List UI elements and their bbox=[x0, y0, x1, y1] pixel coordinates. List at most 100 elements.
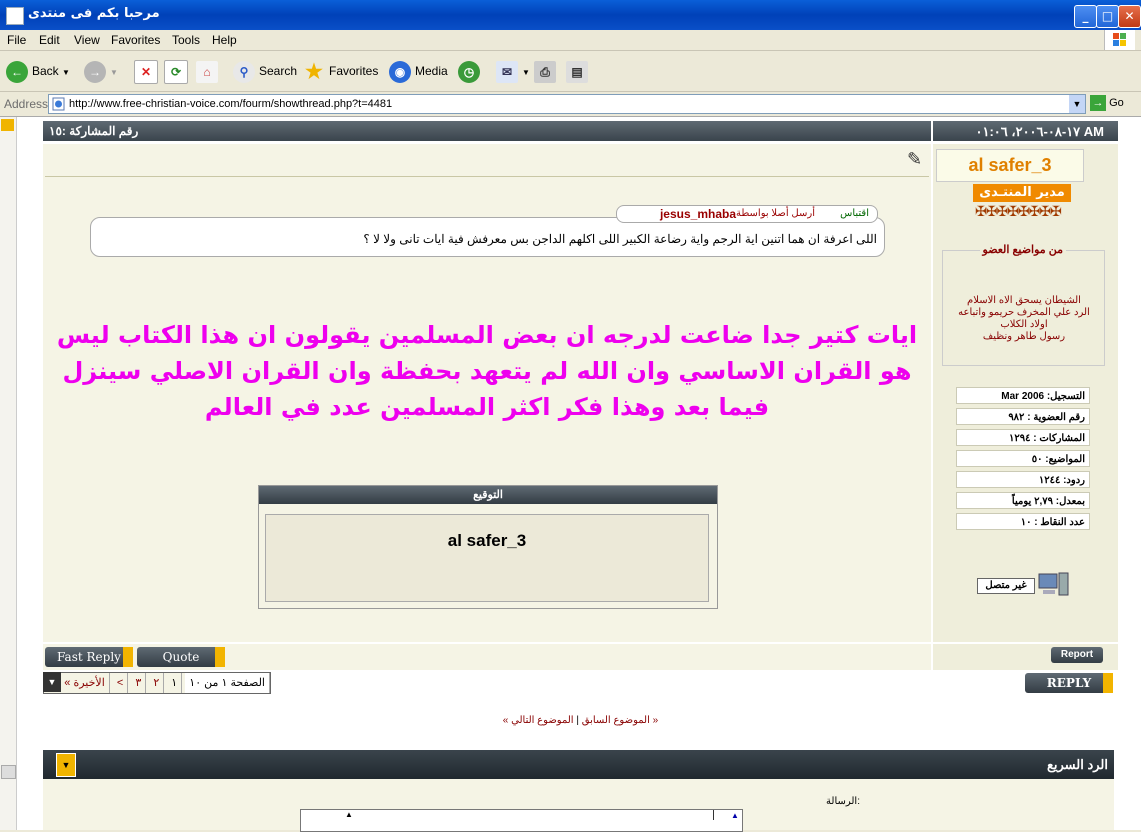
pager-page-2[interactable]: ٢ bbox=[149, 673, 165, 693]
stat-posts: المشاركات : ١٢٩٤ bbox=[956, 429, 1090, 446]
quote-author[interactable]: jesus_mhaba bbox=[660, 206, 736, 222]
address-dropdown-icon[interactable]: ▼ bbox=[1069, 95, 1085, 113]
next-thread-link[interactable]: الموضوع التالي » bbox=[503, 715, 574, 726]
author-role-badge: مدير المنتـدى bbox=[973, 184, 1071, 202]
stat-member-id: رقم العضوية : ٩٨٢ bbox=[956, 408, 1090, 425]
pager-menu-icon[interactable]: ▼ bbox=[43, 672, 61, 692]
favorites-button[interactable]: ★ Favorites bbox=[303, 59, 378, 83]
pager-page-3[interactable]: ٣ bbox=[131, 673, 147, 693]
refresh-button[interactable]: ⟳ bbox=[164, 59, 192, 84]
search-icon: ⚲ bbox=[233, 60, 255, 83]
quote-header: اقتباس أرسل أصلا بواسطة jesus_mhaba bbox=[616, 205, 878, 223]
post-datetime: ١٧-٠٨-٢٠٠٦، ٠١:٠٦ AM bbox=[975, 124, 1104, 139]
menu-file[interactable]: File bbox=[7, 33, 26, 47]
mail-icon: ✉ bbox=[496, 60, 518, 83]
print-icon: ⎙ bbox=[534, 60, 556, 83]
member-topic-link[interactable]: اولاد الكلاب bbox=[954, 319, 1094, 331]
prev-thread-link[interactable]: « الموضوع السابق bbox=[582, 715, 658, 726]
stop-icon: ✕ bbox=[134, 59, 158, 84]
window-title: مرحبا بكم فى منتدى bbox=[28, 6, 160, 21]
report-button[interactable]: Report bbox=[1051, 647, 1103, 663]
menu-view[interactable]: View bbox=[74, 33, 100, 47]
reply-button[interactable]: REPLY bbox=[1025, 673, 1113, 693]
quick-reply-collapse-icon[interactable]: ▼ bbox=[56, 753, 76, 777]
home-button[interactable]: ⌂ bbox=[196, 59, 222, 83]
menu-favorites[interactable]: Favorites bbox=[111, 33, 160, 47]
stat-replies: ردود: ١٢٤٤ bbox=[956, 471, 1090, 488]
back-arrow-icon: ← bbox=[6, 60, 28, 83]
post-pencil-icon: ✎ bbox=[907, 149, 923, 169]
maximize-button[interactable]: □ bbox=[1096, 5, 1119, 28]
menu-tools[interactable]: Tools bbox=[172, 33, 200, 47]
post-divider bbox=[45, 176, 929, 177]
scroll-thumb[interactable] bbox=[1, 765, 16, 779]
pager-label: الصفحة ١ من ١٠ bbox=[185, 673, 270, 693]
member-topics-box: من مواضيع العضو الشيطان يسحق الاه الاسلا… bbox=[942, 243, 1105, 366]
media-globe-icon: ◉ bbox=[389, 60, 411, 83]
signature-text: al safer_3 bbox=[447, 531, 527, 550]
signature-title: التوقيع bbox=[259, 486, 717, 504]
address-bar: Address http://www.free-christian-voice.… bbox=[0, 92, 1141, 117]
home-icon: ⌂ bbox=[196, 60, 218, 83]
fast-reply-button[interactable]: Fast Reply bbox=[45, 647, 133, 667]
history-button[interactable]: ◷ bbox=[458, 59, 484, 83]
member-topic-link[interactable]: الرد علي المخرف حريمو واتباعه bbox=[954, 307, 1094, 319]
pager-next[interactable]: > bbox=[113, 673, 129, 693]
address-url: http://www.free-christian-voice.com/four… bbox=[69, 98, 393, 110]
role-cross-decoration: ✠✠✠✠✠✠✠✠ bbox=[975, 203, 1062, 219]
signature-box: التوقيع al safer_3 bbox=[258, 485, 718, 609]
menu-edit[interactable]: Edit bbox=[39, 33, 60, 47]
minimize-button[interactable]: _ bbox=[1074, 5, 1097, 28]
menu-help[interactable]: Help bbox=[212, 33, 237, 47]
toolbar: ← Back ▼ → ▼ ✕ ⟳ ⌂ ⚲ Search ★ Favorites ◉ Med… bbox=[0, 51, 1141, 92]
post-number[interactable]: رقم المشاركة :١٥ bbox=[49, 124, 138, 138]
textarea-resize-icon[interactable]: ▲ bbox=[345, 810, 353, 819]
quick-reply-header: ▼ الرد السريع bbox=[43, 750, 1114, 779]
edit-page-icon: ▤ bbox=[566, 60, 588, 83]
quote-box: اللى اعرفة ان هما اتنين اية الرجم واية ر… bbox=[90, 217, 885, 257]
close-button[interactable]: ✕ bbox=[1118, 5, 1141, 28]
mail-button[interactable]: ✉ ▼ bbox=[496, 59, 530, 83]
refresh-icon: ⟳ bbox=[164, 59, 188, 84]
edit-page-button[interactable]: ▤ bbox=[566, 59, 592, 83]
stat-topics: المواضيع: ٥٠ bbox=[956, 450, 1090, 467]
favorites-star-icon: ★ bbox=[305, 60, 323, 83]
editor-scroll-icon[interactable]: ▲ bbox=[731, 811, 739, 820]
pager-last[interactable]: الأخيرة » bbox=[60, 673, 110, 693]
pagination: الصفحة ١ من ١٠ ١ ٢ ٣ > الأخيرة » bbox=[43, 672, 271, 694]
media-button[interactable]: ◉ Media bbox=[389, 59, 448, 83]
post-date-bar: ١٧-٠٨-٢٠٠٦، ٠١:٠٦ AM bbox=[933, 121, 1118, 141]
go-arrow-icon: → bbox=[1090, 95, 1106, 111]
member-topic-link[interactable]: الشيطان يسحق الاه الاسلام bbox=[954, 295, 1094, 307]
forward-button[interactable]: → ▼ bbox=[84, 59, 118, 83]
scroll-up-icon[interactable] bbox=[1, 119, 14, 131]
menubar: File Edit View Favorites Tools Help bbox=[0, 30, 1141, 51]
signature-content: al safer_3 bbox=[265, 514, 709, 602]
member-topics-title: من مواضيع العضو bbox=[979, 243, 1066, 256]
search-button[interactable]: ⚲ Search bbox=[233, 59, 297, 83]
back-button[interactable]: ← Back ▼ bbox=[6, 59, 70, 83]
quote-label: اقتباس bbox=[840, 208, 869, 219]
online-status: غير متصل bbox=[977, 578, 1035, 594]
post-header-bar: رقم المشاركة :١٥ bbox=[43, 121, 931, 141]
offline-computer-icon bbox=[1037, 571, 1069, 599]
left-scrollbar[interactable] bbox=[0, 117, 17, 830]
quick-reply-body: الرسالة: ▲ ▲ bbox=[43, 779, 1114, 832]
address-label: Address bbox=[4, 97, 49, 111]
author-name[interactable]: al safer_3 bbox=[936, 149, 1084, 182]
forward-arrow-icon: → bbox=[84, 60, 106, 83]
quick-reply-title: الرد السريع bbox=[1046, 757, 1108, 772]
quote-button[interactable]: Quote bbox=[137, 647, 225, 667]
stat-points: عدد النقاط : ١٠ bbox=[956, 513, 1090, 530]
member-topic-link[interactable]: رسول طاهر ونظيف bbox=[954, 331, 1094, 343]
window-titlebar: مرحبا بكم فى منتدى _ □ ✕ bbox=[0, 0, 1141, 30]
message-textarea[interactable]: ▲ ▲ bbox=[300, 809, 743, 832]
ie-page-icon bbox=[6, 7, 24, 25]
quote-by-label: أرسل أصلا بواسطة bbox=[735, 208, 815, 219]
address-input[interactable]: http://www.free-christian-voice.com/four… bbox=[48, 94, 1086, 114]
pager-page-1[interactable]: ١ bbox=[167, 673, 183, 693]
stop-button[interactable]: ✕ bbox=[134, 59, 162, 84]
message-label: الرسالة: bbox=[826, 796, 860, 807]
go-button[interactable]: → Go bbox=[1090, 95, 1124, 111]
print-button[interactable]: ⎙ bbox=[534, 59, 560, 83]
